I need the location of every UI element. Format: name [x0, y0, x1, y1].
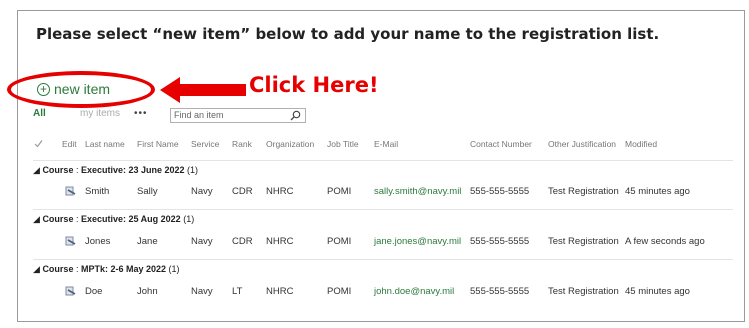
group-name: Executive: 23 June 2022: [80, 165, 185, 175]
cell-modified: A few seconds ago: [625, 236, 705, 247]
cell-other-justification: Test Registration: [548, 186, 619, 197]
cell-email-link[interactable]: john.doe@navy.mil: [374, 286, 454, 297]
divider: [33, 209, 733, 210]
col-header-other-justification[interactable]: Other Justification: [548, 139, 616, 149]
cell-contact-number: 555-555-5555: [470, 236, 530, 247]
cell-service: Navy: [191, 236, 213, 247]
view-tab-all[interactable]: All: [33, 108, 46, 119]
group-name: MPTk: 2-6 May 2022: [80, 264, 167, 274]
cell-organization: NHRC: [266, 236, 294, 247]
group-count: (1): [183, 214, 195, 224]
cell-other-justification: Test Registration: [548, 236, 619, 247]
group-name: Executive: 25 Aug 2022: [80, 214, 181, 224]
col-header-modified[interactable]: Modified: [625, 139, 657, 149]
col-header-edit[interactable]: Edit: [62, 139, 77, 149]
col-header-first-name[interactable]: First Name: [137, 139, 179, 149]
group-label: Course: [42, 264, 74, 274]
instruction-text: Please select “new item” below to add yo…: [36, 25, 660, 43]
collapse-icon: ◢: [33, 264, 40, 274]
group-header[interactable]: ◢ Course : Executive: 25 Aug 2022 (1): [33, 214, 194, 225]
group-label: Course: [42, 214, 74, 224]
col-header-email[interactable]: E-Mail: [374, 139, 398, 149]
cell-modified: 45 minutes ago: [625, 186, 690, 197]
group-count: (1): [187, 165, 199, 175]
search-icon[interactable]: [290, 110, 301, 121]
select-all-check-icon[interactable]: [34, 139, 43, 148]
search-input[interactable]: Find an item: [170, 108, 306, 123]
cell-service: Navy: [191, 186, 213, 197]
highlight-ellipse: [7, 71, 155, 108]
cell-organization: NHRC: [266, 286, 294, 297]
col-header-contact-number[interactable]: Contact Number: [470, 139, 532, 149]
more-options-button[interactable]: •••: [134, 108, 148, 119]
cell-service: Navy: [191, 286, 213, 297]
col-header-service[interactable]: Service: [191, 139, 219, 149]
cell-job-title: POMI: [327, 186, 352, 197]
col-header-job-title[interactable]: Job Title: [327, 139, 359, 149]
collapse-icon: ◢: [33, 214, 40, 224]
view-tab-my-items[interactable]: my items: [80, 108, 120, 119]
cell-rank: CDR: [232, 236, 253, 247]
group-count: (1): [168, 264, 180, 274]
divider: [33, 259, 733, 260]
cell-rank: LT: [232, 286, 243, 297]
group-label: Course: [42, 165, 74, 175]
cell-last-name: Smith: [85, 186, 110, 197]
group-header[interactable]: ◢ Course : MPTk: 2-6 May 2022 (1): [33, 264, 180, 275]
cell-other-justification: Test Registration: [548, 286, 619, 297]
cell-first-name: Sally: [137, 186, 158, 197]
group-header[interactable]: ◢ Course : Executive: 23 June 2022 (1): [33, 165, 198, 176]
cell-contact-number: 555-555-5555: [470, 286, 530, 297]
cell-first-name: Jane: [137, 236, 158, 247]
cell-rank: CDR: [232, 186, 253, 197]
cell-job-title: POMI: [327, 236, 352, 247]
col-header-organization[interactable]: Organization: [266, 139, 314, 149]
edit-icon[interactable]: [65, 186, 76, 196]
cell-modified: 45 minutes ago: [625, 286, 690, 297]
cell-email-link[interactable]: sally.smith@navy.mil: [374, 186, 461, 197]
cell-last-name: Doe: [85, 286, 103, 297]
click-here-callout: Click Here!: [249, 73, 379, 97]
cell-job-title: POMI: [327, 286, 352, 297]
search-placeholder: Find an item: [174, 110, 224, 120]
cell-contact-number: 555-555-5555: [470, 186, 530, 197]
divider: [33, 160, 733, 161]
edit-icon[interactable]: [65, 286, 76, 296]
cell-email-link[interactable]: jane.jones@navy.mil: [374, 236, 461, 247]
red-arrow-icon: [160, 77, 246, 103]
col-header-last-name[interactable]: Last name: [85, 139, 125, 149]
collapse-icon: ◢: [33, 165, 40, 175]
cell-first-name: John: [137, 286, 158, 297]
col-header-rank[interactable]: Rank: [232, 139, 252, 149]
cell-last-name: Jones: [85, 236, 111, 247]
cell-organization: NHRC: [266, 186, 294, 197]
edit-icon[interactable]: [65, 236, 76, 246]
